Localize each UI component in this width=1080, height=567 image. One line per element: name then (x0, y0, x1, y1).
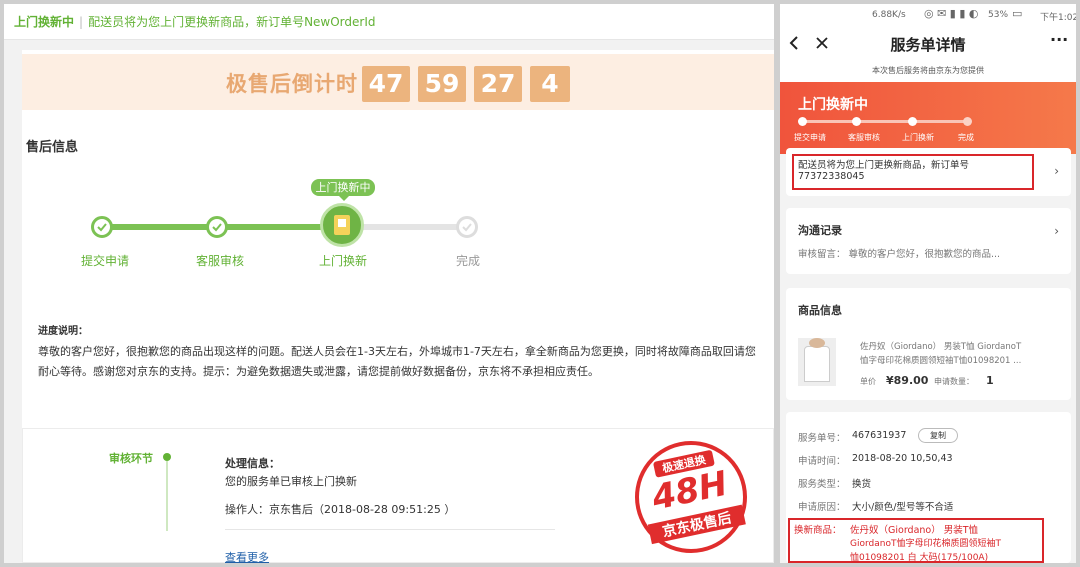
step-submit (91, 216, 113, 238)
qty-label: 申请数量： (934, 377, 974, 386)
comm-text: 审核留言： 尊敬的客户您好，很抱歉您的商品... (798, 249, 1001, 260)
new-goods-line3: 恤01098201 白 大码(175/100A) (850, 553, 989, 563)
countdown-tenths: 4 (530, 66, 570, 102)
progress-text-1: 尊敬的客户您好，很抱歉您的商品出现这样的问题。配送人员会在1-3天左右，外埠城市… (38, 345, 756, 358)
check-icon (212, 223, 222, 232)
phone-status-bar: 6.88K/s ◎ ✉ ▮ ▮ ◐ 53% ▭ 下午1:02 (780, 4, 1076, 26)
order-no-label: 服务单号： (798, 433, 846, 444)
audit-info-text: 您的服务单已审核上门换新 (225, 475, 357, 488)
step-exchange (320, 203, 364, 247)
audit-operator: 操作人：京东售后（2018-08-28 09:51:25 ） (225, 503, 456, 516)
reason: 大小/颜色/型号等不合适 (852, 502, 954, 513)
audit-section: 审核环节 处理信息： 您的服务单已审核上门换新 操作人：京东售后（2018-08… (22, 428, 774, 565)
mobile-step-label: 上门换新 (902, 133, 934, 142)
signal-icons: ◎ ✉ ▮ ▮ ◐ (924, 7, 979, 20)
service-type: 换货 (852, 479, 872, 490)
door-window (338, 219, 346, 227)
current-step-bubble: 上门换新中 (311, 179, 375, 201)
nav-title: 服务单详情 (890, 36, 966, 54)
countdown-minutes: 59 (418, 66, 466, 102)
mobile-step-dot (798, 117, 807, 126)
order-no: 467631937 (852, 430, 907, 441)
jd-48h-seal: 极速退换 48H 京东极售后 (624, 430, 758, 564)
status-banner: 上门换新中 提交申请 客服审核 上门换新 完成 (780, 82, 1076, 154)
battery-icon: ▭ (1012, 7, 1023, 20)
qty: 1 (986, 374, 994, 387)
desktop-page: 上门换新中 | 配送员将为您上门更换新商品，新订单号NewOrderId 极售后倒计… (4, 4, 774, 565)
provider-note: 本次售后服务将由京东为您提供 (780, 60, 1076, 82)
audit-info-title: 处理信息： (225, 457, 280, 470)
step-label-review: 客服审核 (196, 254, 245, 268)
mobile-step-dot (963, 117, 972, 126)
comm-title: 沟通记录 (798, 224, 842, 237)
check-icon (97, 223, 107, 232)
mobile-progress (802, 120, 968, 123)
mobile-status: 上门换新中 (798, 97, 868, 113)
service-type-label: 服务类型： (798, 479, 846, 490)
audit-label: 审核环节 (109, 452, 153, 465)
goods-title: 商品信息 (798, 304, 842, 317)
status-title: 上门换新中 (14, 15, 75, 29)
step-label-exchange: 上门换新 (319, 254, 368, 268)
status-header: 上门换新中 | 配送员将为您上门更换新商品，新订单号NewOrderId (4, 4, 774, 40)
mobile-page: 6.88K/s ◎ ✉ ▮ ▮ ◐ 53% ▭ 下午1:02 服务单详情 ···… (780, 4, 1076, 563)
communication-card[interactable]: 沟通记录 审核留言： 尊敬的客户您好，很抱歉您的商品... › (786, 208, 1071, 274)
step-complete (456, 216, 478, 238)
view-more-link[interactable]: 查看更多 (225, 549, 269, 565)
new-goods-line1: 佐丹奴（Giordano） 男装T恤 (850, 525, 979, 536)
separator: | (79, 15, 84, 29)
section-title: 售后信息 (26, 140, 79, 155)
goods-name-1: 佐丹奴（Giordano） 男装T恤 GiordanoT (860, 342, 1022, 352)
countdown-banner: 极售后倒计时 47 59 27 4 (22, 54, 774, 110)
check-icon (462, 223, 472, 232)
divider (225, 529, 555, 530)
progress-heading: 进度说明： (38, 326, 88, 337)
mobile-step-dot (908, 117, 917, 126)
new-goods-line2: GiordanoT恤字母印花棉质圆领短袖T (850, 539, 1001, 549)
aftersale-panel: 极售后倒计时 47 59 27 4 售后信息 提交申请 客服审核 上门换新中 上… (22, 50, 774, 565)
more-icon[interactable]: ··· (1050, 30, 1068, 49)
product-thumbnail[interactable] (798, 338, 836, 386)
apply-time-label: 申请时间： (798, 456, 846, 467)
notice-line1: 配送员将为您上门更换新商品，新订单号 (798, 160, 970, 171)
countdown-seconds: 27 (474, 66, 522, 102)
step-label-submit: 提交申请 (81, 254, 130, 268)
net-speed: 6.88K/s (872, 10, 906, 20)
notice-line2: 77372338045 (798, 171, 865, 182)
service-detail-card: 服务单号： 467631937 复制 申请时间： 2018-08-20 10,5… (786, 412, 1071, 563)
status-message: 配送员将为您上门更换新商品，新订单号NewOrderId (88, 15, 376, 29)
mobile-step-dot (852, 117, 861, 126)
timeline-line (166, 461, 168, 531)
countdown-label: 极售后倒计时 (226, 72, 358, 96)
mobile-step-label: 客服审核 (848, 133, 880, 142)
progress-text-2: 耐心等待。感谢您对京东的支持。提示：为避免数据遗失或泄露，请您提前做好数据备份，… (38, 365, 599, 378)
mobile-step-label: 提交申请 (794, 133, 826, 142)
chevron-right-icon: › (1054, 224, 1059, 238)
notice-card[interactable]: 配送员将为您上门更换新商品，新订单号 77372338045 › (786, 148, 1071, 196)
countdown-hours: 47 (362, 66, 410, 102)
new-goods-label: 换新商品： (794, 525, 842, 536)
copy-button[interactable]: 复制 (918, 428, 958, 443)
nav-bar: 服务单详情 ··· (780, 26, 1076, 60)
goods-card: 商品信息 佐丹奴（Giordano） 男装T恤 GiordanoT 恤字母印花棉… (786, 288, 1071, 400)
apply-time: 2018-08-20 10,50,43 (852, 453, 953, 464)
battery-level: 53% (988, 10, 1009, 20)
timeline-dot (163, 453, 171, 461)
mobile-step-label: 完成 (958, 133, 974, 142)
goods-name-2: 恤字母印花棉质圆领短袖T恤01098201 ... (860, 356, 1022, 366)
reason-label: 申请原因： (798, 502, 846, 513)
price-label: 单价 (860, 377, 876, 386)
step-label-complete: 完成 (456, 254, 481, 268)
step-review (206, 216, 228, 238)
progress-note: 进度说明： 尊敬的客户您好，很抱歉您的商品出现这样的问题。配送人员会在1-3天左… (38, 322, 758, 382)
price: ¥89.00 (886, 374, 929, 387)
chevron-right-icon: › (1054, 164, 1059, 178)
clock: 下午1:02 (1040, 13, 1076, 23)
